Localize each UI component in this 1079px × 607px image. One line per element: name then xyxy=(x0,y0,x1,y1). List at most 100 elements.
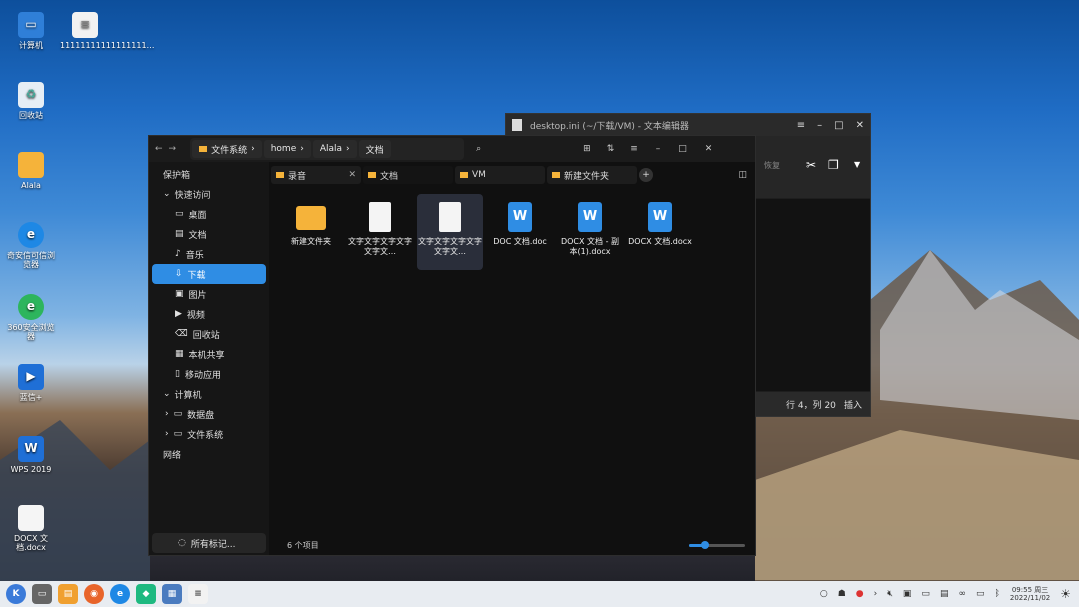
editor-app-icon xyxy=(512,119,522,131)
sidebar-item-mobile[interactable]: ▯ 移动应用 xyxy=(149,364,269,384)
item-count: 6 个项目 xyxy=(287,540,319,550)
wps-document-icon: W xyxy=(648,202,672,232)
sidebar-item-pictures[interactable]: ▣ 图片 xyxy=(149,284,269,304)
sidebar-item-share[interactable]: ▦ 本机共享 xyxy=(149,344,269,364)
browser-icon[interactable]: e xyxy=(110,584,130,604)
file-manager-taskbar-icon[interactable]: ▤ xyxy=(58,584,78,604)
bluetooth-icon[interactable]: ᛒ xyxy=(994,589,999,599)
desktop-icon-360-browser[interactable]: e 360安全浏览器 xyxy=(6,294,56,341)
sidebar-item-desktop[interactable]: ▭ 桌面 xyxy=(149,204,269,224)
desktop-icon-text-file[interactable]: ≡ 11111111111111111… xyxy=(60,12,155,50)
chevron-down-icon: ⌄ xyxy=(163,189,171,199)
input-method-icon[interactable]: ☗ xyxy=(838,589,846,599)
screenshot-icon[interactable]: ▭ xyxy=(921,589,930,599)
all-tags-button[interactable]: ◌ 所有标记... xyxy=(152,533,266,553)
editor-titlebar[interactable]: desktop.ini (~/下载/VM) - 文本编辑器 ≡ – □ ✕ xyxy=(506,114,870,136)
desktop-icon: ▭ xyxy=(175,209,184,219)
camera-icon[interactable]: ▣ xyxy=(903,589,912,599)
tab-recordings[interactable]: 录音 ✕ xyxy=(271,166,361,184)
sidebar-vault[interactable]: 保护箱 xyxy=(149,164,269,184)
menu-icon[interactable]: ≡ xyxy=(630,144,638,154)
sidebar-quick-access[interactable]: ⌄ 快速访问 xyxy=(149,184,269,204)
start-menu-icon[interactable]: K xyxy=(6,584,26,604)
copy-icon[interactable]: ❐ xyxy=(828,158,839,172)
close-icon[interactable]: ✕ xyxy=(348,170,356,180)
sidebar-network[interactable]: 网络 xyxy=(149,444,269,464)
sidebar-item-documents[interactable]: ▤ 文档 xyxy=(149,224,269,244)
maximize-icon[interactable]: □ xyxy=(834,120,843,131)
computer-icon: ▭ xyxy=(18,12,44,38)
battery-icon[interactable]: ▭ xyxy=(976,589,985,599)
breadcrumb-item[interactable]: 文件系统 › xyxy=(192,140,262,158)
file-item[interactable]: W DOCX 文档 - 副本(1).docx xyxy=(557,198,623,258)
arrow-icon[interactable]: › xyxy=(874,589,878,599)
firefox-icon[interactable]: ◉ xyxy=(84,584,104,604)
sidebar-item-data-disk[interactable]: › ▭ 数据盘 xyxy=(149,404,269,424)
desktop-icon-qianxin-browser[interactable]: e 奇安信可信浏览器 xyxy=(6,222,56,269)
breadcrumb-item[interactable]: 文档 xyxy=(358,140,391,158)
sidebar-item-downloads[interactable]: ⇩ 下载 xyxy=(152,264,266,284)
insert-mode[interactable]: 插入 xyxy=(844,398,862,411)
editor-text-area[interactable] xyxy=(756,199,870,391)
desktop-icon-computer[interactable]: ▭ 计算机 xyxy=(6,12,56,50)
tab-vm[interactable]: VM xyxy=(455,166,545,184)
menu-icon[interactable]: ≡ xyxy=(797,120,805,131)
sort-icon[interactable]: ⇅ xyxy=(607,144,615,154)
desktop-icon-lanxin[interactable]: ▶ 蓝信+ xyxy=(6,364,56,402)
breadcrumb-item[interactable]: home › xyxy=(263,140,311,158)
clipboard-icon[interactable]: ▤ xyxy=(940,589,949,599)
search-icon[interactable]: ○ xyxy=(820,589,828,599)
folder-icon xyxy=(460,172,468,178)
minimize-icon[interactable]: – xyxy=(817,120,822,131)
sidebar-item-music[interactable]: ♪ 音乐 xyxy=(149,244,269,264)
file-item[interactable]: 文字文字文字文字文字文… xyxy=(347,198,413,258)
file-item[interactable]: 新建文件夹 xyxy=(278,198,344,247)
multitask-icon[interactable]: ▭ xyxy=(32,584,52,604)
desktop-icon-folder[interactable]: Alala xyxy=(6,152,56,190)
file-manager-statusbar: 6 个项目 xyxy=(269,535,755,555)
tab-new-folder[interactable]: 新建文件夹 xyxy=(547,166,637,184)
link-icon[interactable]: ∞ xyxy=(958,589,966,599)
add-tab-icon[interactable]: + xyxy=(639,168,653,182)
sidebar-toggle-icon[interactable]: ◫ xyxy=(738,170,747,180)
search-icon[interactable]: ⌕ xyxy=(476,144,481,154)
zoom-slider-handle[interactable] xyxy=(701,540,709,549)
sidebar-computer[interactable]: ⌄ 计算机 xyxy=(149,384,269,404)
restore-hint[interactable]: 恢复 xyxy=(764,160,780,171)
breadcrumb-item[interactable]: Alala › xyxy=(312,140,357,158)
file-item[interactable]: W DOCX 文档.docx xyxy=(627,198,693,247)
document-icon xyxy=(439,202,461,232)
back-icon[interactable]: ← xyxy=(155,144,163,154)
folder-icon xyxy=(18,152,44,178)
sidebar-item-videos[interactable]: ▶ 视频 xyxy=(149,304,269,324)
sidebar-item-filesystem[interactable]: › ▭ 文件系统 xyxy=(149,424,269,444)
desktop-icon-label: 计算机 xyxy=(19,41,43,50)
zoom-slider[interactable] xyxy=(689,540,745,549)
close-icon[interactable]: ✕ xyxy=(856,120,864,131)
folder-icon xyxy=(552,172,560,178)
close-icon[interactable]: ✕ xyxy=(705,144,713,154)
app-store-icon[interactable]: ◆ xyxy=(136,584,156,604)
brightness-icon[interactable]: ☀ xyxy=(1060,587,1071,601)
clock[interactable]: 09:55 周三 2022/11/02 xyxy=(1010,586,1050,603)
system-tray: ○ ☗ ● › 🔇︎ ▣ ▭ ▤ ∞ ▭ ᛒ 09:55 周三 2022/11/… xyxy=(820,586,1079,603)
sidebar-item-trash[interactable]: ⌫ 回收站 xyxy=(149,324,269,344)
record-icon[interactable]: ● xyxy=(856,589,864,599)
dropdown-icon[interactable]: ▼ xyxy=(854,160,860,169)
maximize-icon[interactable]: □ xyxy=(678,144,687,154)
desktop-icon-trash[interactable]: ♻ 回收站 xyxy=(6,82,56,120)
tab-documents[interactable]: 文档 xyxy=(363,166,453,184)
view-grid-icon[interactable]: ⊞ xyxy=(583,144,591,154)
cut-icon[interactable]: ✂ xyxy=(806,158,816,172)
file-item[interactable]: W DOC 文档.doc xyxy=(487,198,553,247)
text-editor-taskbar-icon[interactable]: ≡ xyxy=(188,584,208,604)
desktop-icon-docx[interactable]: DOCX 文档.docx xyxy=(6,505,56,552)
desktop-icon-wps[interactable]: W WPS 2019 xyxy=(6,436,56,474)
file-item[interactable]: 文字文字文字文字文字文… xyxy=(417,194,483,270)
image-viewer-icon[interactable]: ▦ xyxy=(162,584,182,604)
file-manager-window[interactable]: ← → 文件系统 › home › Alala › 文档 ⌕ ⊞ ⇅ ≡ – □… xyxy=(148,135,756,556)
volume-muted-icon[interactable]: 🔇︎ xyxy=(887,589,893,599)
minimize-icon[interactable]: – xyxy=(656,144,661,154)
browser-360-icon: e xyxy=(18,294,44,320)
forward-icon[interactable]: → xyxy=(169,144,177,154)
